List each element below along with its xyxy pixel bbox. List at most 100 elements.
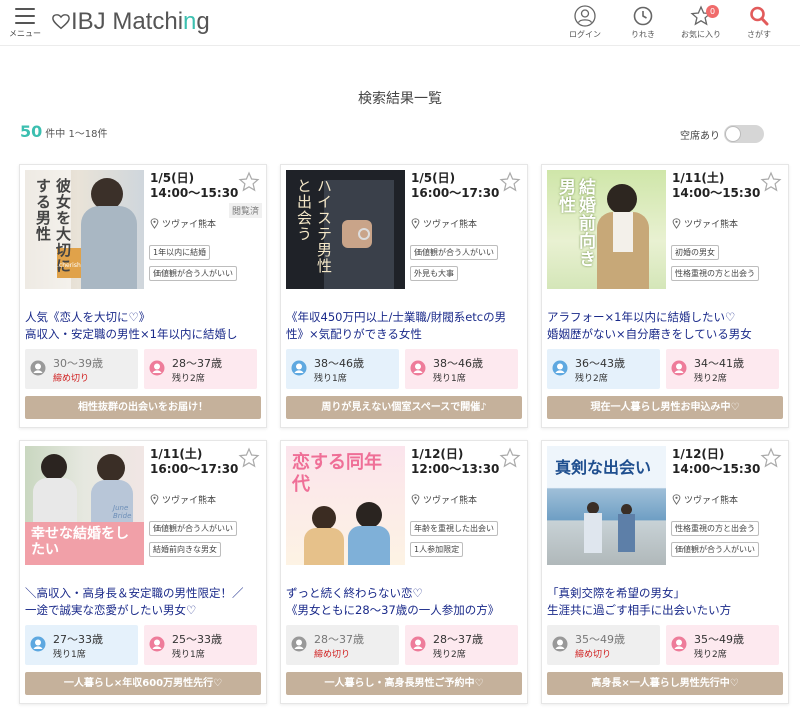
female-icon [410, 636, 426, 652]
search-label: さがす [747, 30, 771, 39]
hamburger-icon [15, 8, 35, 24]
favorite-star-icon[interactable] [499, 171, 521, 193]
favorite-star-icon[interactable] [760, 447, 782, 469]
female-seat-box: 34～41歳 残り2席 [666, 349, 779, 389]
male-age-range: 30～39歳 [53, 357, 103, 370]
event-venue: ツヴァイ熊本 [411, 493, 477, 506]
site-logo[interactable]: IBJ Matching [52, 8, 210, 36]
location-pin-icon [672, 494, 681, 505]
login-label: ログイン [569, 30, 601, 39]
event-card[interactable]: 彼女を大切にする男性 .cherish 1/5(日) 14:00～15:30 閲覧… [19, 164, 267, 428]
favorites-label: お気に入り [681, 30, 721, 39]
event-thumbnail: 彼女を大切にする男性 .cherish [25, 170, 144, 289]
male-icon [291, 360, 307, 376]
female-seat-status: 残り2席 [433, 650, 466, 660]
event-title[interactable]: 人気《恋人を大切に♡》 高収入・安定職の男性×1年以内に結婚し [25, 309, 263, 343]
favorite-star-icon[interactable] [238, 447, 260, 469]
heart-logo-icon [52, 14, 70, 30]
female-age-range: 35～49歳 [694, 633, 744, 646]
event-venue: ツヴァイ熊本 [672, 493, 738, 506]
male-seat-box: 35～49歳 締め切り [547, 625, 660, 665]
event-tag: 初婚の男女 [671, 245, 719, 260]
event-title[interactable]: ずっと続く終わらない恋♡ 《男女ともに28～37歳の一人参加の方》 [286, 585, 524, 619]
event-title[interactable]: アラフォー×1年以内に結婚したい♡ 婚姻歴がない×自分磨きをしている男女 [547, 309, 785, 343]
event-banner[interactable]: 現在一人暮らし男性お申込み中♡ [547, 396, 783, 419]
female-icon [671, 636, 687, 652]
event-venue: ツヴァイ熊本 [672, 217, 738, 230]
event-thumbnail: June Bride 幸せな結婚をしたい [25, 446, 144, 565]
male-icon [30, 360, 46, 376]
male-seat-status: 残り1席 [53, 650, 86, 660]
event-title[interactable]: 《年収450万円以上/士業職/財閥系etcの男 性》×気配りができる女性 [286, 309, 524, 343]
thumbnail-subtext: June Bride [113, 504, 132, 520]
male-seat-box: 36～43歳 残り2席 [547, 349, 660, 389]
event-card[interactable]: ハイステ男性と出会う 1/5(日) 16:00～17:30 ツヴァイ熊本 価値観が… [280, 164, 528, 428]
favorite-star-icon[interactable] [499, 447, 521, 469]
event-card[interactable]: June Bride 幸せな結婚をしたい 1/11(土) 16:00～17:30 … [19, 440, 267, 704]
result-count-text: 件中 1～18件 [45, 129, 108, 140]
result-count: 50 件中 1～18件 [20, 122, 108, 141]
male-age-range: 27～33歳 [53, 633, 103, 646]
event-date: 1/12(日) 12:00～13:30 [411, 447, 500, 476]
user-icon [574, 5, 596, 27]
event-title[interactable]: ＼高収入・高身長＆安定職の男性限定！／ 一途で誠実な恋愛がしたい男女♡ [25, 585, 263, 619]
login-button[interactable]: ログイン [556, 5, 614, 40]
favorites-button[interactable]: 0 お気に入り [672, 5, 730, 40]
female-icon [149, 636, 165, 652]
female-age-range: 38～46歳 [433, 357, 483, 370]
male-age-range: 38～46歳 [314, 357, 364, 370]
event-banner[interactable]: 一人暮らし・高身長男性ご予約中♡ [286, 672, 522, 695]
female-seat-status: 残り1席 [433, 374, 466, 384]
location-pin-icon [150, 494, 159, 505]
search-button[interactable]: さがす [730, 5, 788, 40]
history-label: りれき [631, 30, 655, 39]
history-button[interactable]: りれき [614, 5, 672, 40]
location-pin-icon [672, 218, 681, 229]
event-card[interactable]: 真剣な出会い 1/12(日) 14:00～15:30 ツヴァイ熊本 性格重視の方と… [541, 440, 789, 704]
clock-icon [633, 6, 653, 26]
female-seat-box: 28～37歳 残り2席 [405, 625, 518, 665]
female-age-range: 28～37歳 [433, 633, 483, 646]
result-count-number: 50 [20, 122, 43, 141]
event-banner[interactable]: 高身長×一人暮らし男性先行中♡ [547, 672, 783, 695]
thumbnail-text: 幸せな結婚をしたい [25, 522, 144, 565]
event-date: 1/5(日) 16:00～17:30 [411, 171, 500, 200]
male-icon [552, 360, 568, 376]
male-age-range: 35～49歳 [575, 633, 625, 646]
favorite-star-icon[interactable] [238, 171, 260, 193]
male-age-range: 28～37歳 [314, 633, 364, 646]
female-seat-box: 28～37歳 残り2席 [144, 349, 257, 389]
male-seat-box: 28～37歳 締め切り [286, 625, 399, 665]
male-icon [552, 636, 568, 652]
event-thumbnail: 恋する同年代 [286, 446, 405, 565]
event-venue: ツヴァイ熊本 [411, 217, 477, 230]
male-seat-status: 締め切り [314, 650, 351, 660]
event-banner[interactable]: 相性抜群の出会いをお届け！ [25, 396, 261, 419]
female-age-range: 34～41歳 [694, 357, 744, 370]
male-seat-box: 30～39歳 締め切り [25, 349, 138, 389]
female-seat-status: 残り2席 [694, 650, 727, 660]
event-card[interactable]: 恋する同年代 1/12(日) 12:00～13:30 ツヴァイ熊本 年齢を重視した… [280, 440, 528, 704]
female-seat-box: 35～49歳 残り2席 [666, 625, 779, 665]
event-banner[interactable]: 周りが見えない個室スペースで開催♪ [286, 396, 522, 419]
logo-text: IBJ Matching [71, 8, 210, 35]
event-card[interactable]: 結婚前向き男性 1/11(土) 14:00～15:30 ツヴァイ熊本 初婚の男女 … [541, 164, 789, 428]
event-date: 1/12(日) 14:00～15:30 [672, 447, 761, 476]
female-age-range: 25～33歳 [172, 633, 222, 646]
vacancy-toggle[interactable] [724, 125, 764, 143]
event-title[interactable]: 「真剣交際を希望の男女」 生涯共に過ごす相手に出会いたい方 [547, 585, 785, 619]
male-icon [291, 636, 307, 652]
female-age-range: 28～37歳 [172, 357, 222, 370]
event-tag: 結婚前向きな男女 [149, 542, 221, 557]
event-banner[interactable]: 一人暮らし×年収600万男性先行♡ [25, 672, 261, 695]
male-seat-box: 38～46歳 残り1席 [286, 349, 399, 389]
favorite-star-icon[interactable] [760, 171, 782, 193]
search-icon [750, 6, 769, 26]
event-date: 1/5(日) 14:00～15:30 [150, 171, 239, 200]
thumbnail-text: 恋する同年代 [292, 452, 382, 495]
female-seat-status: 残り2席 [694, 374, 727, 384]
event-tag: 価値観が合う人がいい [671, 542, 759, 557]
vacancy-filter: 空席あり [680, 125, 764, 143]
menu-button[interactable]: メニュー [8, 6, 42, 39]
event-tag: 外見も大事 [410, 266, 458, 281]
